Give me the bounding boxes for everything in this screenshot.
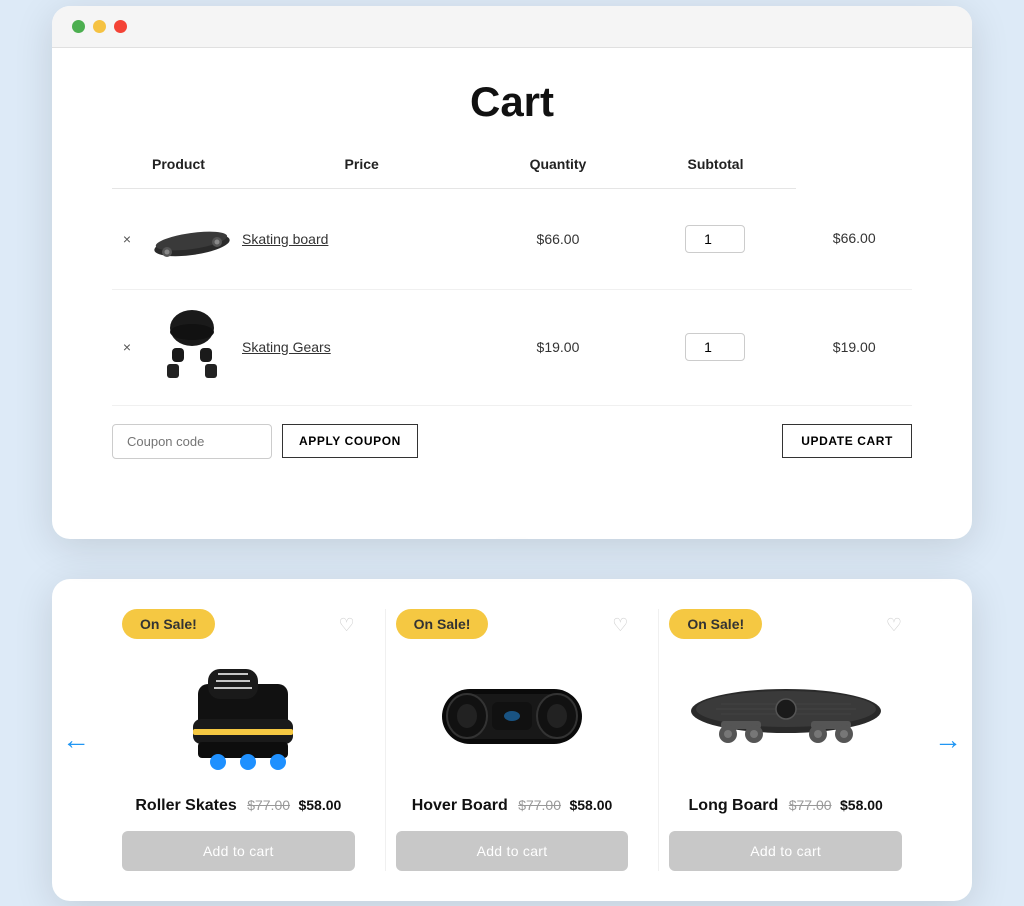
old-price: $77.00 [518,797,561,813]
col-subtotal: Subtotal [635,156,797,189]
col-product: Product [142,156,242,189]
products-grid: On Sale! ♡ Roller Skates $77.00 [112,609,912,871]
new-price: $58.00 [298,797,341,813]
page-title: Cart [112,78,912,126]
wishlist-icon[interactable]: ♡ [612,615,628,636]
product-card-name: Hover Board [412,797,508,814]
outer-wrapper: Cart Product Price Quantity Subtotal × [52,6,972,901]
prev-arrow-button[interactable]: ← [62,724,90,756]
qty-cell [635,188,797,289]
subtotal-cell: $19.00 [796,289,912,405]
quantity-input[interactable] [685,333,745,361]
price-cell: $19.00 [481,289,634,405]
browser-window: Cart Product Price Quantity Subtotal × [52,6,972,539]
wishlist-icon[interactable]: ♡ [339,615,355,636]
next-arrow-button[interactable]: → [934,724,962,756]
new-price: $58.00 [569,797,612,813]
new-price: $58.00 [840,797,883,813]
remove-item-button[interactable]: × [112,188,142,289]
quantity-input[interactable] [685,225,745,253]
col-quantity: Quantity [481,156,634,189]
product-name-cell: Skating Gears [242,289,481,405]
add-to-cart-button[interactable]: Add to cart [396,831,629,871]
on-sale-badge: On Sale! [669,609,762,639]
table-row: × Skating board $66.00 $66.00 [112,188,912,289]
dot-green [72,20,85,33]
add-to-cart-button[interactable]: Add to cart [669,831,902,871]
dot-yellow [93,20,106,33]
products-panel: ← On Sale! ♡ Roller Skates [52,579,972,901]
product-card: On Sale! ♡ Roller Skates $77.00 [112,609,365,871]
col-remove [112,156,142,189]
product-info: Long Board $77.00 $58.00 [689,797,883,815]
cart-table: Product Price Quantity Subtotal × [112,156,912,406]
subtotal-cell: $66.00 [796,188,912,289]
on-sale-badge: On Sale! [122,609,215,639]
wishlist-icon[interactable]: ♡ [886,615,902,636]
old-price: $77.00 [247,797,290,813]
product-link[interactable]: Skating Gears [242,339,331,355]
browser-bar [52,6,972,48]
product-image-wrap [676,649,896,779]
col-price: Price [242,156,481,189]
product-info: Hover Board $77.00 $58.00 [412,797,613,815]
product-image-cell [142,289,242,405]
add-to-cart-button[interactable]: Add to cart [122,831,355,871]
product-image-wrap [138,649,338,779]
product-name-cell: Skating board [242,188,481,289]
table-row: × Skating Gears $19.00 $19.00 [112,289,912,405]
product-card-name: Roller Skates [135,797,236,814]
old-price: $77.00 [789,797,832,813]
dot-red [114,20,127,33]
product-card-name: Long Board [689,797,779,814]
cart-actions: APPLY COUPON UPDATE CART [112,424,912,459]
product-image-wrap [412,649,612,779]
product-info: Roller Skates $77.00 $58.00 [135,797,341,815]
apply-coupon-button[interactable]: APPLY COUPON [282,424,418,458]
product-link[interactable]: Skating board [242,231,328,247]
price-cell: $66.00 [481,188,634,289]
qty-cell [635,289,797,405]
product-image-cell [142,188,242,289]
product-card: On Sale! ♡ [658,609,912,871]
update-cart-button[interactable]: UPDATE CART [782,424,912,458]
remove-item-button[interactable]: × [112,289,142,405]
product-card: On Sale! ♡ Hover Board $77.00 $58.00 Add… [385,609,639,871]
cart-content: Cart Product Price Quantity Subtotal × [52,48,972,479]
on-sale-badge: On Sale! [396,609,489,639]
coupon-input[interactable] [112,424,272,459]
